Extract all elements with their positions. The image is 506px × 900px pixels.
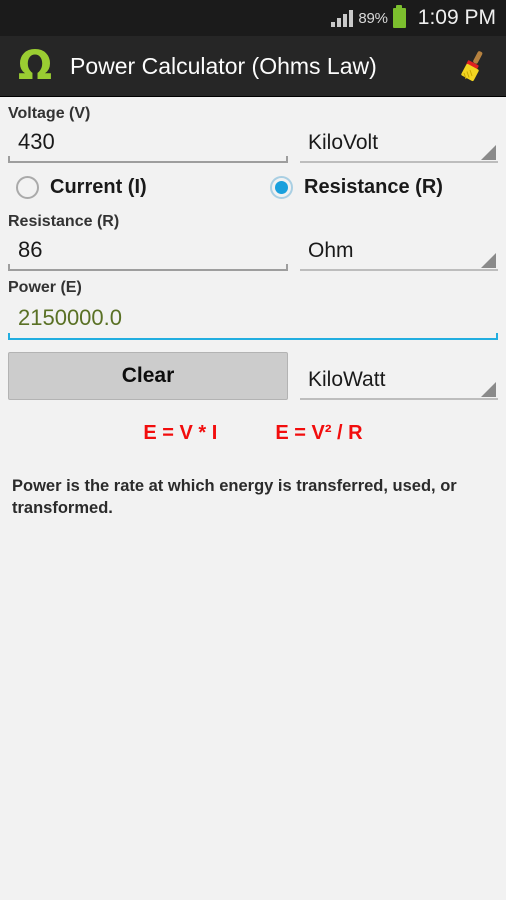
description-text: Power is the rate at which energy is tra… [12, 477, 457, 518]
resistance-input[interactable]: 86 [8, 233, 288, 271]
paintbrush-icon[interactable] [450, 42, 494, 90]
radio-resistance-indicator [270, 176, 293, 199]
resistance-unit-value: Ohm [308, 239, 354, 262]
chevron-down-icon [481, 253, 496, 268]
voltage-unit-underline [300, 161, 498, 163]
radio-current-indicator [16, 176, 39, 199]
power-unit-underline [300, 398, 498, 400]
voltage-input-underline [8, 156, 288, 163]
radio-resistance-label: Resistance (R) [304, 176, 443, 198]
voltage-row: 430 KiloVolt [8, 125, 498, 163]
voltage-label: Voltage (V) [8, 105, 91, 122]
power-output-value: 2150000.0 [18, 305, 122, 330]
power-output-underline [8, 333, 498, 340]
formula-power-voltage-current: E = V * I [143, 422, 218, 444]
resistance-input-value: 86 [18, 237, 43, 262]
resistance-unit-underline [300, 269, 498, 271]
clear-button[interactable]: Clear [8, 352, 288, 400]
voltage-unit-spinner[interactable]: KiloVolt [300, 127, 498, 163]
clock-label: 1:09 PM [417, 6, 496, 29]
voltage-input[interactable]: 430 [8, 125, 288, 163]
status-bar-indicators: 89% 1:09 PM [331, 5, 496, 30]
formula-row: E = V * I E = V² / R [8, 422, 498, 445]
chevron-down-icon [481, 145, 496, 160]
action-bar: Ω Power Calculator (Ohms Law) [0, 36, 506, 97]
second-input-row: 86 Ohm [8, 233, 498, 271]
power-output[interactable]: 2150000.0 [8, 301, 498, 340]
paintbrush-glyph [461, 51, 483, 81]
radio-current-label: Current (I) [50, 176, 147, 198]
app-title: Power Calculator (Ohms Law) [70, 52, 377, 79]
radio-current[interactable]: Current (I) [8, 176, 270, 199]
voltage-input-value: 430 [18, 129, 55, 154]
battery-percent-label: 89% [358, 9, 388, 27]
chevron-down-icon [481, 382, 496, 397]
voltage-unit-value: KiloVolt [308, 131, 379, 154]
formula-power-voltage-resistance: E = V² / R [275, 422, 363, 444]
power-unit-value: KiloWatt [308, 368, 386, 391]
battery-icon [392, 5, 406, 28]
power-label: Power (E) [8, 279, 82, 296]
signal-bars-icon [331, 9, 354, 27]
omega-logo-icon: Ω [18, 43, 53, 89]
radio-resistance[interactable]: Resistance (R) [270, 176, 443, 199]
app-screen: 89% 1:09 PM Ω Power Calculator (Ohms Law… [0, 0, 506, 900]
action-row: Clear KiloWatt [8, 352, 498, 400]
power-unit-spinner[interactable]: KiloWatt [300, 364, 498, 400]
mode-radio-group: Current (I) Resistance (R) [8, 163, 498, 205]
resistance-unit-spinner[interactable]: Ohm [300, 235, 498, 271]
main-content: Voltage (V) 430 KiloVolt Current (I) Res… [0, 97, 506, 899]
resistance-input-underline [8, 264, 288, 271]
status-bar: 89% 1:09 PM [0, 0, 506, 36]
second-input-label: Resistance (R) [8, 213, 120, 230]
